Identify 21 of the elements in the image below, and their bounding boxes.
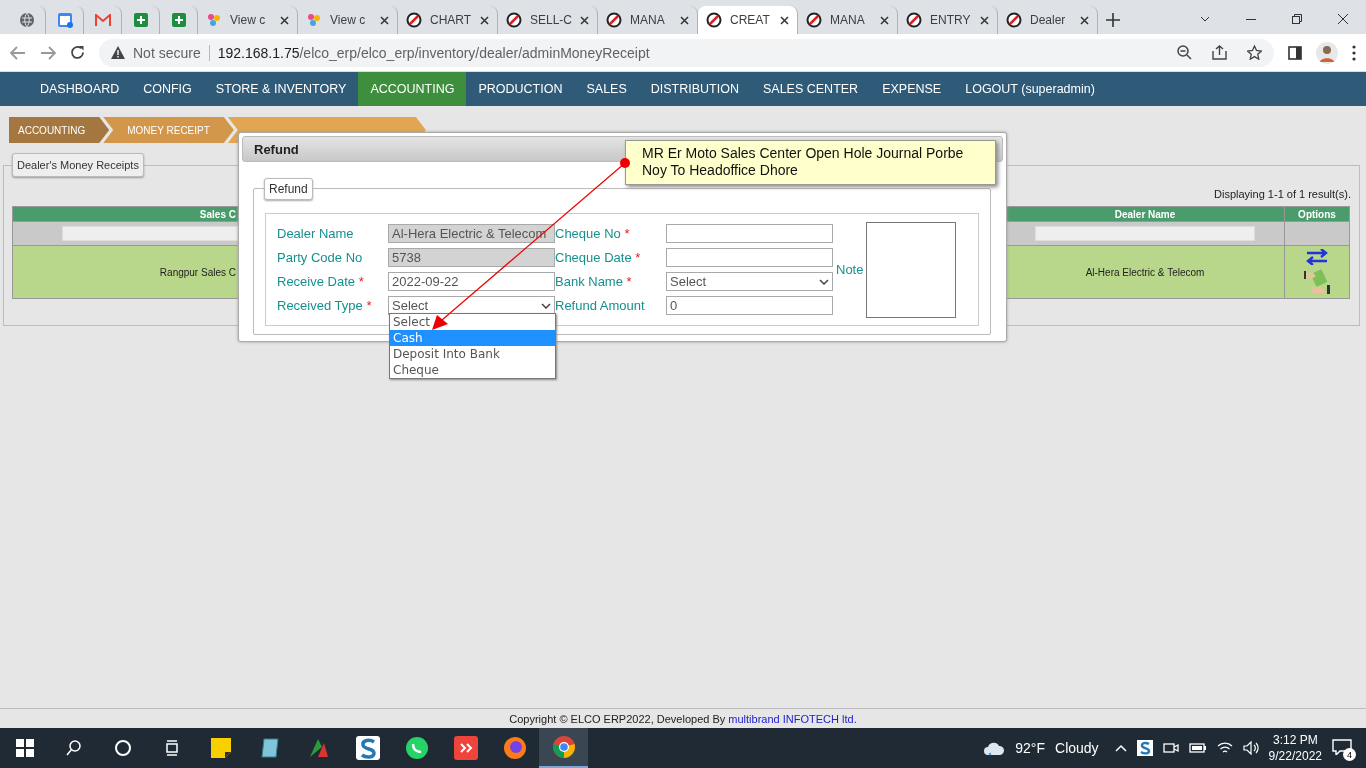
field-label: Refund Amount: [555, 298, 646, 313]
annotation-callout: MR Er Moto Sales Center Open Hole Journal Porbe Noy To Headoffice Dhore: [625, 140, 996, 185]
note-label: Note: [836, 262, 864, 277]
field-label: Party Code No: [277, 250, 364, 265]
temperature-text: 92°F: [1015, 740, 1045, 756]
form-legend: Refund: [264, 178, 313, 200]
field-label: Cheque Date *: [555, 250, 642, 265]
field-label: Dealer Name: [277, 226, 355, 241]
field-label: Received Type *: [277, 298, 373, 313]
column-header: Options: [1284, 206, 1350, 222]
weather-text: Cloudy: [1055, 740, 1099, 756]
security-label: Not secure: [133, 44, 201, 61]
url-text: 192.168.1.75/elco_erp/elco_erp/inventory/dealer/adminMoneyReceipt: [217, 44, 650, 61]
field-label: Bank Name *: [555, 274, 633, 289]
field-label: Cheque No *: [555, 226, 631, 241]
panel-legend: Dealer's Money Receipts: [12, 153, 144, 177]
copyright-text: Copyright © ELCO ERP2022, Developed By multibrand INFOTECH ltd.: [509, 712, 857, 725]
column-header: Dealer Name: [1005, 206, 1285, 222]
field-label: Receive Date *: [277, 274, 365, 289]
results-summary: Displaying 1-1 of 1 result(s).: [1214, 188, 1351, 200]
table-cell: Al-Hera Electric & Telecom: [1005, 245, 1285, 299]
